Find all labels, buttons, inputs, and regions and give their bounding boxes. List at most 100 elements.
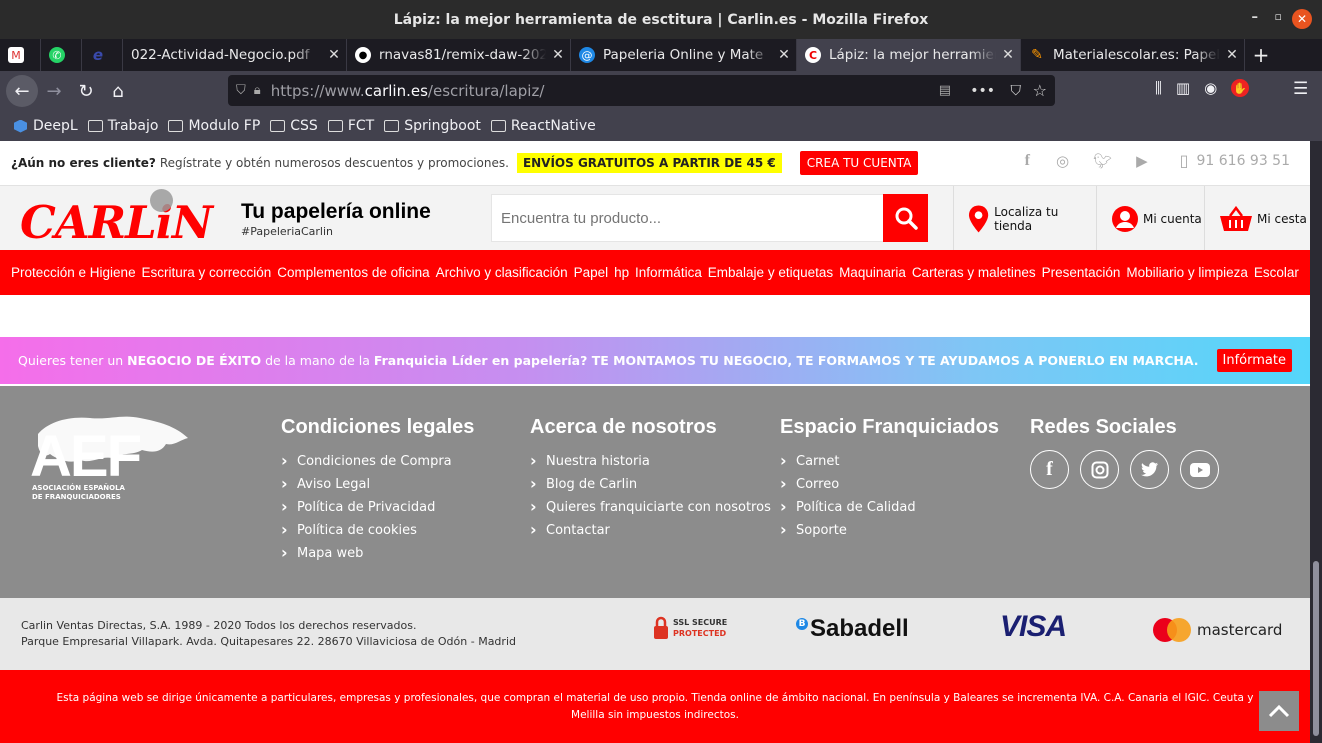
footer-col-franchisees: Espacio Franquiciados Carnet Correo Polí… (780, 416, 999, 542)
bookmark-folder-trabajo[interactable]: Trabajo (87, 118, 158, 134)
close-tab-icon[interactable]: ✕ (772, 47, 796, 63)
reload-icon[interactable]: ↻ (70, 75, 102, 107)
close-tab-icon[interactable]: ✕ (1220, 47, 1244, 63)
category-proteccion[interactable]: Protección e Higiene (11, 265, 136, 280)
library-icon[interactable]: ⫼ (1155, 79, 1162, 97)
category-hp[interactable]: hp (614, 265, 629, 280)
new-tab-icon[interactable]: + (1245, 39, 1277, 71)
back-icon[interactable]: ← (6, 75, 38, 107)
maximize-icon[interactable]: ▫ (1275, 10, 1282, 23)
url-text[interactable]: https://www.carlin.es/escritura/lapiz/ (271, 82, 545, 100)
minimize-icon[interactable]: – (1252, 10, 1259, 25)
tab-github[interactable]: ● rnavas81/remix-daw-202 ✕ (347, 39, 571, 71)
tab-e[interactable]: e (82, 39, 123, 71)
category-mobiliario[interactable]: Mobiliario y limpieza (1126, 265, 1248, 280)
top-social-links: f ◎ 🐦︎ ▶ ▯ 91 616 93 51 (1025, 151, 1290, 170)
category-embalaje[interactable]: Embalaje y etiquetas (708, 265, 833, 280)
home-icon[interactable]: ⌂ (102, 75, 134, 107)
facebook-icon[interactable]: f (1030, 450, 1069, 489)
bookmark-folder-springboot[interactable]: Springboot (384, 118, 481, 134)
my-account-link[interactable]: Mi cuenta (1096, 186, 1204, 251)
forward-icon[interactable]: → (38, 75, 70, 107)
bookmark-folder-css[interactable]: CSS (270, 118, 318, 134)
sabadell-b-icon: B (796, 618, 808, 630)
link-franquiciarte[interactable]: Quieres franquiciarte con nosotros (530, 495, 771, 519)
franchise-banner: Quieres tener un NEGOCIO DE ÉXITO de la … (0, 337, 1310, 384)
category-escolar[interactable]: Escolar (1254, 265, 1299, 280)
twitter-icon[interactable]: 🐦︎ (1093, 152, 1112, 170)
youtube-icon[interactable] (1180, 450, 1219, 489)
instagram-icon[interactable] (1080, 450, 1119, 489)
lock-icon[interactable]: 🔒︎ (254, 83, 261, 98)
link-cookies[interactable]: Política de cookies (281, 518, 474, 542)
page-actions-icon[interactable]: ••• (970, 83, 995, 99)
tab-gmail[interactable]: M (0, 39, 41, 71)
bookmark-star-icon[interactable]: ☆ (1033, 81, 1047, 100)
link-blog[interactable]: Blog de Carlin (530, 472, 771, 496)
extension-icon[interactable]: ✋ (1231, 79, 1250, 97)
close-tab-icon[interactable]: ✕ (996, 47, 1020, 63)
youtube-icon[interactable]: ▶ (1136, 152, 1148, 170)
link-mapa-web[interactable]: Mapa web (281, 541, 474, 565)
menu-icon[interactable]: ☰ (1293, 79, 1308, 99)
not-client-label: ¿Aún no eres cliente? (11, 156, 156, 170)
phone-number[interactable]: 91 616 93 51 (1196, 153, 1290, 169)
category-maquinaria[interactable]: Maquinaria (839, 265, 906, 280)
link-calidad[interactable]: Política de Calidad (780, 495, 999, 519)
carlin-icon: C (805, 47, 821, 63)
site-header: CARLiN Tu papelería online #PapeleriaCar… (0, 185, 1310, 251)
category-archivo[interactable]: Archivo y clasificación (436, 265, 568, 280)
category-complementos[interactable]: Complementos de oficina (277, 265, 429, 280)
tab-materialescolar[interactable]: ✎ Materialescolar.es: Papel ✕ (1021, 39, 1245, 71)
url-bar[interactable]: ⛉ 🔒︎ https://www.carlin.es/escritura/lap… (228, 75, 1055, 106)
shield-icon[interactable]: ⛉ (236, 83, 246, 98)
account-icon[interactable]: ◉ (1204, 79, 1217, 97)
carlin-logo[interactable]: CARLiN (20, 196, 213, 249)
link-soporte[interactable]: Soporte (780, 518, 999, 542)
store-locator-link[interactable]: Localiza tu tienda (953, 186, 1096, 251)
top-strip: ¿Aún no eres cliente? Regístrate y obtén… (0, 141, 1310, 185)
close-tab-icon[interactable]: ✕ (546, 47, 570, 63)
sidebar-icon[interactable]: ▥ (1176, 79, 1190, 97)
footer-heading-social: Redes Sociales (1030, 416, 1177, 438)
page-scrollbar[interactable] (1310, 141, 1322, 743)
aef-logo[interactable]: AEF ASOCIACIÓN ESPAÑOLA DE FRANQUICIADOR… (30, 414, 188, 502)
category-carteras[interactable]: Carteras y maletines (912, 265, 1036, 280)
scrollbar-thumb[interactable] (1313, 561, 1319, 736)
category-papel[interactable]: Papel (574, 265, 609, 280)
tab-papeleria[interactable]: @ Papeleria Online y Mate ✕ (571, 39, 797, 71)
search-button[interactable] (883, 194, 928, 242)
tab-lapiz-active[interactable]: C Lápiz: la mejor herramien ✕ (797, 39, 1021, 71)
link-aviso-legal[interactable]: Aviso Legal (281, 472, 474, 496)
reader-view-icon[interactable]: ▤ (939, 83, 951, 98)
free-shipping-badge: ENVÍOS GRATUITOS A PARTIR DE 45 € (516, 153, 782, 173)
bookmark-deepl[interactable]: DeepL (14, 118, 78, 134)
search-box (491, 194, 928, 242)
category-presentacion[interactable]: Presentación (1042, 265, 1121, 280)
informate-button[interactable]: Infórmate (1216, 349, 1292, 372)
category-informatica[interactable]: Informática (635, 265, 702, 280)
instagram-icon[interactable]: ◎ (1056, 152, 1069, 170)
link-condiciones-compra[interactable]: Condiciones de Compra (281, 449, 474, 473)
link-privacidad[interactable]: Política de Privacidad (281, 495, 474, 519)
bookmark-folder-reactnative[interactable]: ReactNative (490, 118, 596, 134)
twitter-icon[interactable] (1130, 450, 1169, 489)
pocket-icon[interactable]: ⛉ (1011, 83, 1022, 99)
bookmark-folder-modulo-fp[interactable]: Modulo FP (168, 118, 260, 134)
scroll-to-top-button[interactable] (1259, 691, 1299, 731)
category-escritura[interactable]: Escritura y corrección (142, 265, 272, 280)
tab-whatsapp[interactable]: ✆ (41, 39, 82, 71)
link-historia[interactable]: Nuestra historia (530, 449, 771, 473)
link-carnet[interactable]: Carnet (780, 449, 999, 473)
window-title: Lápiz: la mejor herramienta de esctitura… (393, 11, 929, 28)
create-account-button[interactable]: CREA TU CUENTA (799, 151, 919, 175)
bookmark-folder-fct[interactable]: FCT (327, 118, 374, 134)
tab-actividad-pdf[interactable]: 022-Actividad-Negocio.pdf ✕ (123, 39, 347, 71)
my-cart-link[interactable]: Mi cesta (1204, 186, 1310, 251)
close-tab-icon[interactable]: ✕ (322, 47, 346, 63)
link-contactar[interactable]: Contactar (530, 518, 771, 542)
search-input[interactable] (492, 195, 882, 241)
facebook-icon[interactable]: f (1025, 152, 1030, 170)
link-correo[interactable]: Correo (780, 472, 999, 496)
close-window-icon[interactable]: ✕ (1292, 9, 1312, 29)
